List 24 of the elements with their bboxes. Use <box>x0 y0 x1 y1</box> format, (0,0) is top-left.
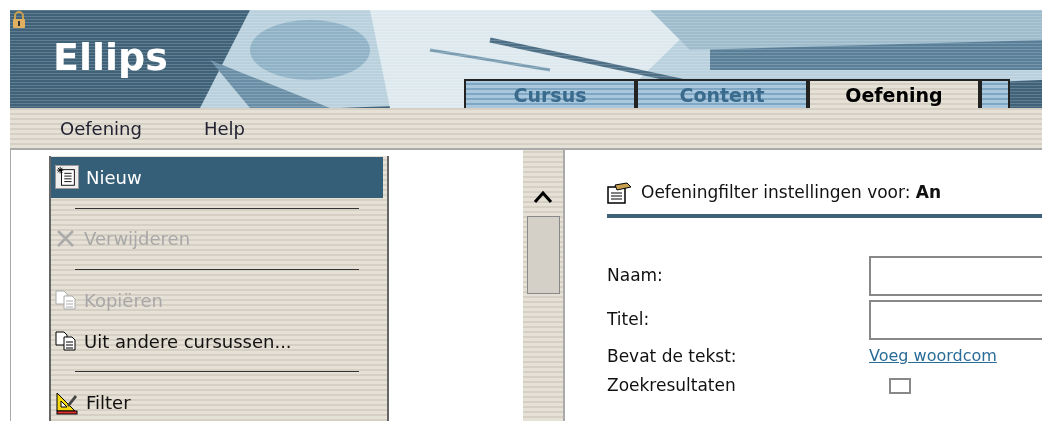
field-label: Naam: <box>607 263 664 287</box>
padlock-icon <box>10 10 28 30</box>
field-label: Zoekresultaten <box>607 374 737 397</box>
copy-icon <box>55 290 77 311</box>
link[interactable]: Voeg woordcom <box>869 344 997 369</box>
menu-item[interactable]: Uit andere cursussen... <box>51 320 383 362</box>
field-label: Titel: <box>607 307 651 331</box>
panel-title: Oefeningfilter instellingen voor: An <box>641 181 942 204</box>
input-field[interactable] <box>869 255 1042 296</box>
document-icon <box>55 165 79 190</box>
menu-item[interactable]: Filter <box>51 382 383 421</box>
tab[interactable] <box>980 79 1010 108</box>
form-icon <box>607 180 633 205</box>
scroll-up-icon[interactable] <box>533 190 553 204</box>
menu-item[interactable]: Oefening <box>60 114 142 142</box>
logo: Ellips <box>53 38 168 76</box>
field-label: Bevat de tekst: <box>607 344 738 368</box>
checkbox[interactable] <box>889 377 911 394</box>
tab[interactable]: Oefening <box>808 79 980 108</box>
copy-icon <box>55 331 77 352</box>
input-field[interactable] <box>869 299 1042 340</box>
menu-item[interactable]: Help <box>203 114 245 142</box>
scrollbar-thumb[interactable] <box>526 216 560 294</box>
menu-item[interactable]: Nieuw <box>51 157 383 198</box>
